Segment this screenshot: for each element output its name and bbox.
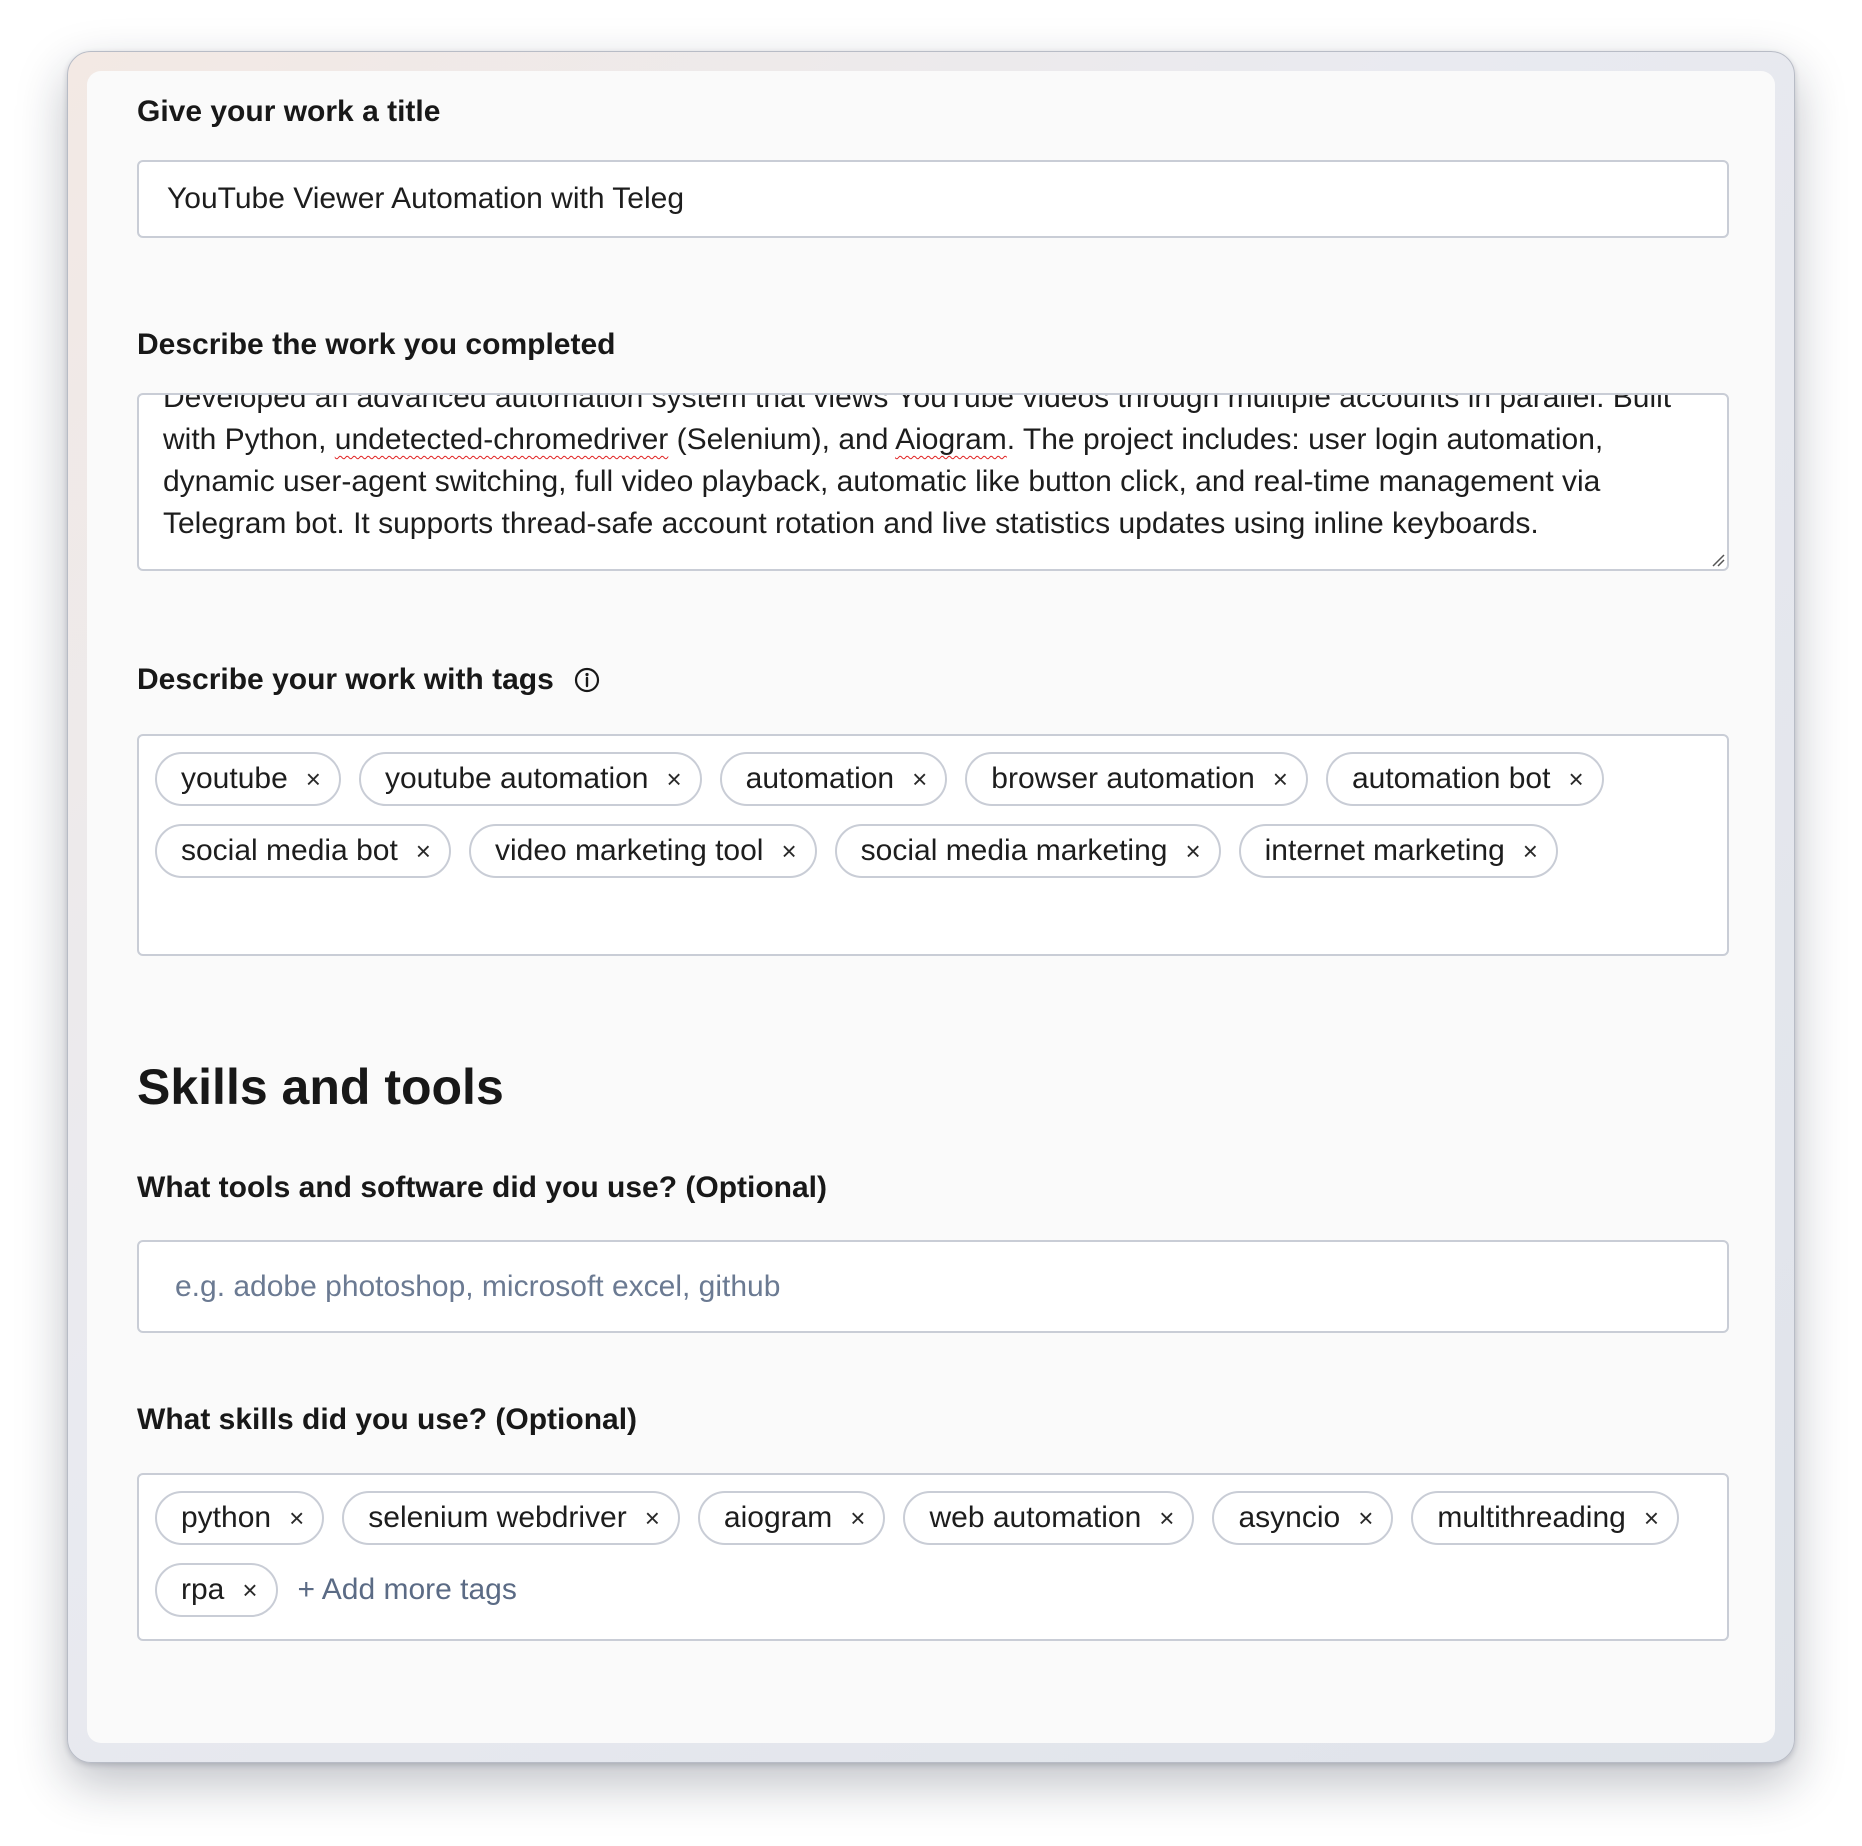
tag-chip[interactable]: social media marketing × [834, 824, 1221, 878]
skill-chip[interactable]: asyncio × [1212, 1491, 1394, 1545]
tag-chip[interactable]: social media bot × [155, 824, 451, 878]
skill-chip-label: selenium webdriver [368, 1501, 627, 1534]
remove-skill-icon[interactable]: × [1358, 1505, 1373, 1531]
tag-chip-label: video marketing tool [494, 834, 764, 867]
remove-skill-icon[interactable]: × [645, 1505, 660, 1531]
skills-input[interactable]: python × selenium webdriver × aiogram × web au… [137, 1473, 1729, 1641]
tag-chip-label: social media bot [181, 834, 398, 867]
skill-chip[interactable]: python × [155, 1491, 325, 1545]
skill-chip[interactable]: selenium webdriver × [342, 1491, 680, 1545]
skill-chip-label: aiogram [723, 1501, 833, 1534]
tag-chip-label: automation [745, 762, 895, 795]
skill-chip-label: python [181, 1501, 272, 1534]
tag-chip[interactable]: youtube automation × [358, 752, 702, 806]
skill-chip-label: web automation [929, 1501, 1142, 1534]
tag-chip-label: internet marketing [1264, 834, 1505, 867]
remove-tag-icon[interactable]: × [1523, 838, 1538, 864]
tag-chip-label: youtube automation [384, 762, 649, 795]
spellcheck-word: Aiogram [895, 423, 1007, 456]
remove-skill-icon[interactable]: × [242, 1577, 257, 1603]
tag-chip-label: browser automation [991, 762, 1255, 795]
skill-chip[interactable]: rpa × [155, 1563, 278, 1617]
tag-chip[interactable]: automation bot × [1325, 752, 1604, 806]
remove-tag-icon[interactable]: × [1185, 838, 1200, 864]
form-panel: Give your work a title YouTube Viewer Au… [87, 71, 1775, 1743]
tags-list: youtube × youtube automation × automation × br… [155, 752, 1711, 878]
tag-chip[interactable]: video marketing tool × [468, 824, 817, 878]
tag-chip[interactable]: youtube × [155, 752, 341, 806]
skill-chip[interactable]: web automation × [903, 1491, 1195, 1545]
tools-input-box [137, 1240, 1729, 1333]
skill-chip-label: asyncio [1238, 1501, 1341, 1534]
title-input[interactable]: YouTube Viewer Automation with Teleg [137, 160, 1729, 238]
skill-chip-label: multithreading [1437, 1501, 1626, 1534]
info-circle-icon[interactable] [574, 667, 600, 693]
remove-tag-icon[interactable]: × [416, 838, 431, 864]
tag-chip-label: social media marketing [860, 834, 1168, 867]
add-more-tags-button[interactable]: + Add more tags [298, 1563, 517, 1617]
remove-skill-icon[interactable]: × [850, 1505, 865, 1531]
skills-list: python × selenium webdriver × aiogram × web au… [155, 1491, 1711, 1617]
spellcheck-word: undetected-chromedriver [334, 423, 669, 456]
tools-input[interactable] [139, 1242, 1727, 1331]
tag-chip-label: youtube [181, 762, 288, 795]
resize-handle-icon[interactable] [1709, 551, 1725, 567]
tags-label-row: Describe your work with tags [137, 663, 600, 697]
skill-chip[interactable]: multithreading × [1411, 1491, 1680, 1545]
remove-tag-icon[interactable]: × [1273, 766, 1288, 792]
title-label: Give your work a title [137, 95, 441, 128]
description-text: Developed an advanced automation system … [163, 395, 1703, 545]
tag-chip-label: automation bot [1351, 762, 1551, 795]
remove-skill-icon[interactable]: × [289, 1505, 304, 1531]
tag-chip[interactable]: browser automation × [965, 752, 1308, 806]
remove-skill-icon[interactable]: × [1644, 1505, 1659, 1531]
remove-skill-icon[interactable]: × [1159, 1505, 1174, 1531]
skills-label: What skills did you use? (Optional) [137, 1403, 638, 1436]
description-textarea[interactable]: Developed an advanced automation system … [137, 393, 1729, 571]
tools-label: What tools and software did you use? (Op… [137, 1171, 827, 1204]
skill-chip[interactable]: aiogram × [697, 1491, 886, 1545]
title-input-value: YouTube Viewer Automation with Teleg [167, 182, 685, 215]
tag-chip[interactable]: automation × [719, 752, 948, 806]
remove-tag-icon[interactable]: × [666, 766, 681, 792]
tag-chip[interactable]: internet marketing × [1238, 824, 1558, 878]
description-text-part: (Selenium), and [668, 423, 896, 456]
remove-tag-icon[interactable]: × [306, 766, 321, 792]
skill-chip-label: rpa [181, 1573, 225, 1606]
tags-input[interactable]: youtube × youtube automation × automation × br… [137, 734, 1729, 956]
remove-tag-icon[interactable]: × [912, 766, 927, 792]
skills-tools-heading: Skills and tools [137, 1059, 504, 1115]
remove-tag-icon[interactable]: × [781, 838, 796, 864]
description-label: Describe the work you completed [137, 328, 616, 361]
remove-tag-icon[interactable]: × [1568, 766, 1583, 792]
tags-label: Describe your work with tags [137, 663, 554, 696]
